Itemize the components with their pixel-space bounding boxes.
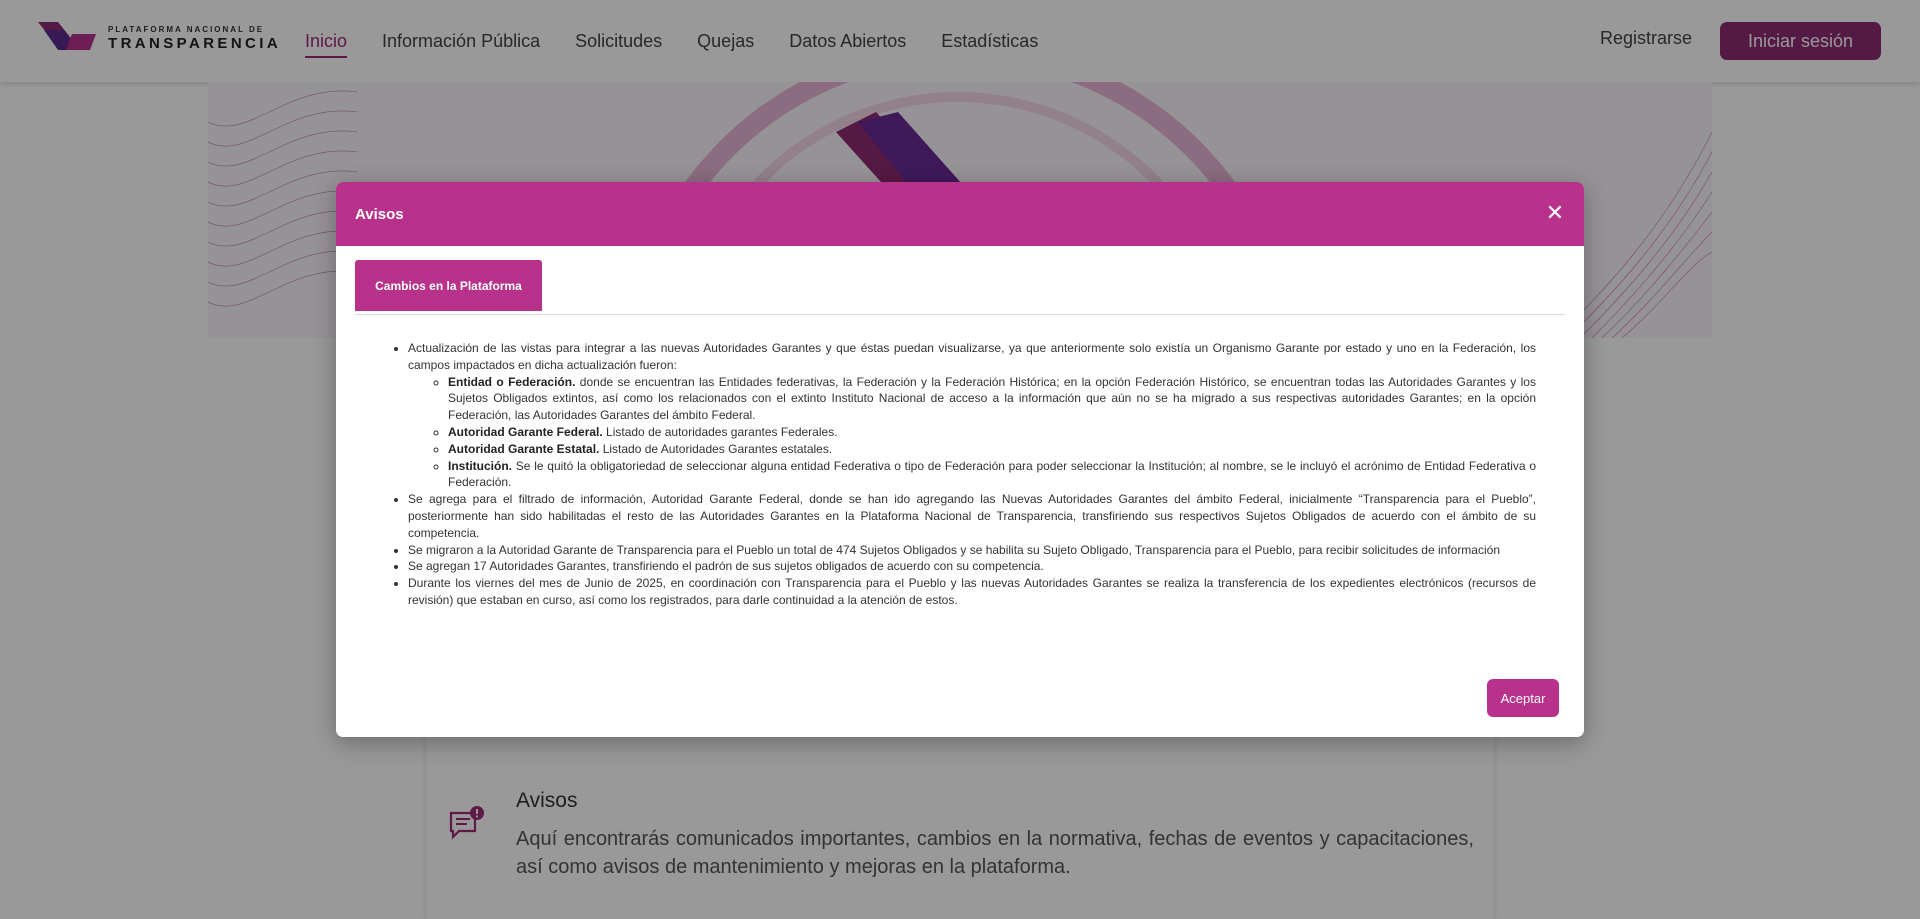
list-item: Se agrega para el filtrado de informació… [408,491,1536,541]
accept-button[interactable]: Aceptar [1487,679,1559,717]
tab-cambios-plataforma[interactable]: Cambios en la Plataforma [355,260,542,311]
sub-item-title: Institución. [448,458,512,473]
changes-list: Actualización de las vistas para integra… [408,340,1536,609]
sub-list-item: Institución. Se le quitó la obligatoried… [448,458,1536,492]
sub-item-title: Autoridad Garante Estatal. [448,441,600,456]
sub-item-text: donde se encuentran las Entidades federa… [448,374,1536,423]
modal-body: Actualización de las vistas para integra… [408,340,1536,609]
list-item: Actualización de las vistas para integra… [408,340,1536,491]
list-item: Se migraron a la Autoridad Garante de Tr… [408,542,1536,559]
modal-tab-bar: Cambios en la Plataforma [355,260,1565,315]
sub-item-title: Autoridad Garante Federal. [448,424,603,439]
list-item-text: Actualización de las vistas para integra… [408,341,1536,372]
sub-list: Entidad o Federación. donde se encuentra… [408,374,1536,492]
sub-item-title: Entidad o Federación. [448,374,576,389]
sub-item-text: Listado de Autoridades Garantes estatale… [599,441,833,456]
list-item: Durante los viernes del mes de Junio de … [408,575,1536,609]
sub-list-item: Entidad o Federación. donde se encuentra… [448,374,1536,424]
modal-header: Avisos [336,182,1584,246]
sub-item-text: Listado de autoridades garantes Federale… [602,424,838,439]
modal-title: Avisos [355,205,404,223]
sub-list-item: Autoridad Garante Federal. Listado de au… [448,424,1536,441]
sub-item-text: Se le quitó la obligatoriedad de selecci… [448,458,1536,490]
sub-list-item: Autoridad Garante Estatal. Listado de Au… [448,441,1536,458]
close-icon[interactable]: ✕ [1544,202,1566,224]
list-item: Se agregan 17 Autoridades Garantes, tran… [408,558,1536,575]
avisos-modal: Avisos ✕ Cambios en la Plataforma Actual… [336,182,1584,737]
